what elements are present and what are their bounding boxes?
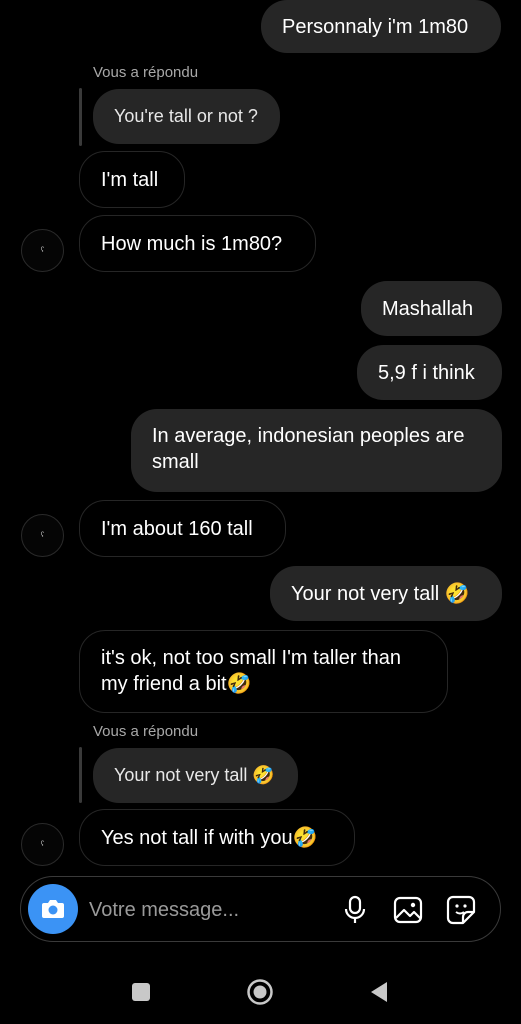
outgoing-message[interactable]: Mashallah bbox=[361, 281, 502, 336]
reply-label: Vous a répondu bbox=[93, 64, 199, 81]
message-input[interactable] bbox=[89, 896, 319, 924]
microphone-icon bbox=[344, 895, 366, 923]
message-text: Personnaly i'm 1m80 bbox=[282, 15, 469, 38]
quoted-message[interactable]: You're tall or not ? bbox=[93, 89, 280, 144]
quoted-message[interactable]: Your not very tall 🤣 bbox=[93, 748, 298, 803]
home-button[interactable] bbox=[242, 974, 278, 1010]
message-text: Your not very tall 🤣 bbox=[291, 582, 470, 605]
message-text: 5,9 f i think bbox=[378, 361, 475, 384]
reply-indicator-bar bbox=[79, 88, 82, 146]
message-text: I'm about 160 tall bbox=[101, 517, 253, 540]
avatar-glyph: ʕ bbox=[40, 247, 45, 254]
avatar[interactable]: ʕ bbox=[21, 823, 64, 866]
avatar-glyph: ʕ bbox=[40, 532, 45, 539]
quoted-text: Your not very tall 🤣 bbox=[114, 765, 275, 785]
reply-label: Vous a répondu bbox=[93, 723, 199, 740]
outgoing-message[interactable]: In average, indonesian peoples are small bbox=[131, 409, 502, 492]
gallery-button[interactable] bbox=[392, 894, 424, 926]
incoming-message[interactable]: Yes not tall if with you🤣 bbox=[79, 809, 355, 866]
incoming-message[interactable]: I'm about 160 tall bbox=[79, 500, 286, 557]
message-text: In average, indonesian peoples are small bbox=[152, 425, 465, 473]
avatar[interactable]: ʕ bbox=[21, 514, 64, 557]
sticker-icon bbox=[446, 895, 476, 925]
quoted-text: You're tall or not ? bbox=[114, 106, 258, 126]
message-text: it's ok, not too small I'm taller than m… bbox=[101, 647, 401, 695]
message-text: I'm tall bbox=[101, 168, 159, 191]
system-navigation-bar bbox=[0, 960, 521, 1024]
message-text: Mashallah bbox=[382, 297, 474, 320]
camera-icon bbox=[42, 900, 64, 918]
square-icon bbox=[132, 983, 150, 1001]
incoming-message[interactable]: How much is 1m80? bbox=[79, 215, 316, 272]
circle-icon bbox=[247, 979, 273, 1005]
avatar-glyph: ʕ bbox=[40, 841, 45, 848]
incoming-message[interactable]: I'm tall bbox=[79, 151, 185, 208]
outgoing-message[interactable]: Personnaly i'm 1m80 bbox=[261, 0, 501, 53]
microphone-button[interactable] bbox=[339, 894, 371, 926]
outgoing-message[interactable]: Your not very tall 🤣 bbox=[270, 566, 502, 621]
message-text: Yes not tall if with you🤣 bbox=[101, 826, 318, 849]
sticker-button[interactable] bbox=[445, 894, 477, 926]
message-text: How much is 1m80? bbox=[101, 232, 283, 255]
triangle-back-icon bbox=[371, 982, 387, 1002]
incoming-message[interactable]: it's ok, not too small I'm taller than m… bbox=[79, 630, 448, 713]
back-button[interactable] bbox=[361, 974, 397, 1010]
reply-indicator-bar bbox=[79, 747, 82, 803]
outgoing-message[interactable]: 5,9 f i think bbox=[357, 345, 502, 400]
message-composer bbox=[20, 876, 501, 942]
avatar[interactable]: ʕ bbox=[21, 229, 64, 272]
camera-button[interactable] bbox=[28, 884, 78, 934]
image-icon bbox=[393, 896, 423, 924]
recents-button[interactable] bbox=[123, 974, 159, 1010]
